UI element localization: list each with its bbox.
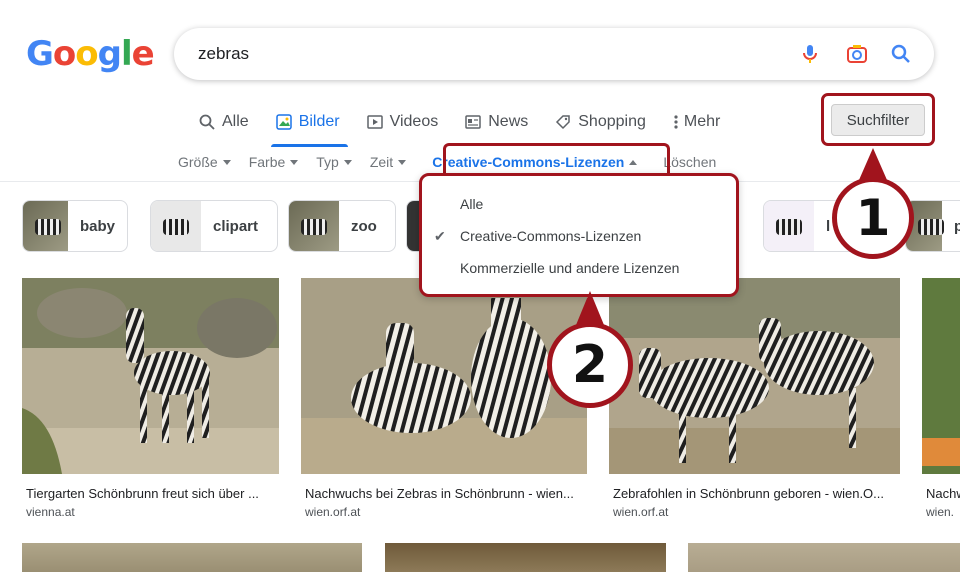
tab-label: Alle	[222, 113, 249, 130]
result-source: wien.orf.at	[305, 505, 361, 519]
filter-label: Typ	[316, 154, 339, 170]
result-title[interactable]: Nachw	[926, 486, 960, 501]
result-image[interactable]	[22, 278, 279, 474]
result-source: wien.	[926, 505, 955, 519]
tab-videos[interactable]: Videos	[366, 110, 439, 134]
more-vert-icon	[674, 115, 678, 129]
filter-type[interactable]: Typ	[316, 152, 352, 172]
chip-label: baby	[79, 217, 115, 235]
tab-label: Videos	[389, 113, 439, 130]
license-dropdown-menu: Alle ✔ Creative-Commons-Lizenzen Kommerz…	[419, 173, 739, 297]
mic-icon[interactable]	[798, 42, 822, 66]
google-logo[interactable]: Google	[26, 34, 155, 74]
annotation-badge-1: 1	[832, 148, 914, 259]
logo-letter: o	[75, 34, 98, 74]
chip-label: clipart	[213, 217, 259, 235]
chevron-down-icon	[398, 159, 407, 165]
menu-item-alle[interactable]: Alle	[460, 196, 483, 212]
filter-clear[interactable]: Löschen	[663, 152, 716, 172]
tab-news[interactable]: News	[464, 110, 528, 134]
chip-zoo[interactable]: zoo	[288, 200, 396, 252]
result-image[interactable]	[922, 278, 960, 474]
news-icon	[465, 115, 481, 129]
chevron-down-icon	[290, 159, 299, 165]
logo-letter: G	[26, 34, 54, 74]
suchfilter-button[interactable]: Suchfilter	[831, 104, 925, 136]
result-source: wien.orf.at	[613, 505, 669, 519]
tab-shopping[interactable]: Shopping	[554, 110, 646, 134]
filter-time[interactable]: Zeit	[369, 152, 407, 172]
tab-label: News	[488, 113, 529, 130]
filter-color[interactable]: Farbe	[249, 152, 299, 172]
zebra-foal-photo	[22, 278, 279, 474]
tab-label: Shopping	[578, 113, 646, 130]
chip-thumbnail	[764, 201, 814, 251]
filter-label: Zeit	[369, 154, 394, 170]
badge-number: 1	[855, 189, 891, 247]
result-title[interactable]: Zebrafohlen in Schönbrunn geboren - wien…	[613, 486, 900, 501]
image-icon	[275, 114, 292, 130]
result-image[interactable]	[22, 543, 362, 572]
menu-item-creative-commons[interactable]: Creative-Commons-Lizenzen	[460, 228, 641, 244]
logo-letter: o	[52, 34, 76, 74]
search-bar[interactable]	[174, 28, 934, 80]
search-input[interactable]	[198, 41, 758, 67]
annotation-highlight-license	[443, 143, 670, 177]
tab-alle[interactable]: Alle	[198, 110, 249, 134]
zebra-photo-partial	[922, 278, 960, 474]
chip-label: zoo	[351, 217, 377, 235]
check-icon: ✔	[434, 228, 446, 244]
zebra-foal-photo	[609, 278, 900, 474]
tab-label: Bilder	[298, 113, 340, 130]
annotation-badge-2: 2	[547, 291, 633, 408]
chip-baby[interactable]: baby	[22, 200, 128, 252]
chip-label: p	[942, 218, 960, 235]
result-image[interactable]	[688, 543, 960, 572]
logo-letter: l	[120, 34, 133, 74]
result-image[interactable]	[301, 278, 587, 474]
menu-item-commercial[interactable]: Kommerzielle und andere Lizenzen	[460, 260, 679, 276]
chip-p[interactable]: p	[905, 200, 960, 252]
tab-mehr[interactable]: Mehr	[672, 110, 720, 134]
result-title[interactable]: Tiergarten Schönbrunn freut sich über ..…	[26, 486, 276, 501]
logo-letter: e	[131, 34, 155, 74]
result-title[interactable]: Nachwuchs bei Zebras in Schönbrunn - wie…	[305, 486, 585, 501]
result-image[interactable]	[609, 278, 900, 474]
badge-number: 2	[571, 335, 609, 395]
chip-clipart[interactable]: clipart	[150, 200, 278, 252]
result-source: vienna.at	[26, 505, 75, 519]
tab-label: Mehr	[683, 113, 721, 130]
tag-icon	[556, 115, 570, 130]
camera-icon[interactable]	[845, 42, 869, 66]
filter-label: Löschen	[663, 154, 717, 170]
chevron-down-icon	[222, 159, 231, 165]
chip-thumbnail	[151, 201, 201, 251]
chip-thumbnail	[23, 201, 68, 251]
search-icon[interactable]	[889, 42, 913, 66]
zebra-foal-photo	[301, 278, 587, 474]
chevron-down-icon	[343, 159, 352, 165]
search-icon	[199, 114, 215, 130]
play-icon	[366, 115, 383, 129]
filter-label: Farbe	[248, 154, 286, 170]
chip-thumbnail	[289, 201, 339, 251]
tab-bilder[interactable]: Bilder	[270, 110, 348, 147]
filter-label: Größe	[178, 154, 218, 170]
result-image[interactable]	[385, 543, 666, 572]
logo-letter: g	[97, 34, 122, 74]
filter-size[interactable]: Größe	[178, 152, 231, 172]
search-tabs: Alle Bilder Videos News Shopping Mehr	[198, 110, 746, 147]
